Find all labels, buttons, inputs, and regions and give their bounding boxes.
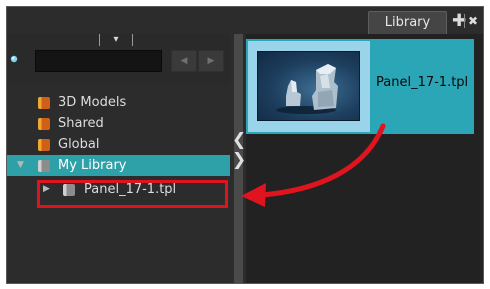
library-tree-pane: ▾ ◀ ▶ 3D Models Shared Global ▼ My Libra… bbox=[7, 34, 230, 283]
tree-item-3d-models[interactable]: 3D Models bbox=[7, 92, 230, 113]
library-window: Library ✚ ✖ ▾ ◀ ▶ 3D Models Shared Globa… bbox=[6, 6, 484, 284]
tree-item-my-library[interactable]: ▼ My Library bbox=[7, 155, 230, 176]
tree-item-label: My Library bbox=[58, 158, 127, 173]
tab-library[interactable]: Library bbox=[368, 11, 447, 34]
library-content-pane: Panel_17-1.tpl bbox=[246, 34, 483, 283]
tree-item-label: Shared bbox=[58, 116, 104, 131]
chevron-left-icon[interactable]: ❮ bbox=[232, 132, 246, 149]
search-icon bbox=[10, 55, 18, 63]
chevron-right-icon[interactable]: ❯ bbox=[232, 152, 246, 169]
item-name: Panel_17-1.tpl bbox=[376, 75, 469, 90]
forward-button[interactable]: ▶ bbox=[198, 50, 224, 72]
close-icon[interactable]: ✖ bbox=[468, 11, 478, 31]
tree-item-label: 3D Models bbox=[58, 95, 127, 110]
folder-orange-icon bbox=[38, 97, 50, 109]
folder-gray-icon bbox=[38, 160, 50, 172]
view-toggle-button[interactable]: ▾ bbox=[99, 34, 133, 46]
folder-orange-icon bbox=[38, 139, 50, 151]
folder-orange-icon bbox=[38, 118, 50, 130]
pane-splitter[interactable]: ❮ ❯ bbox=[230, 34, 246, 283]
back-button[interactable]: ◀ bbox=[171, 50, 197, 72]
tree-item-global[interactable]: Global bbox=[7, 134, 230, 155]
thumbnail-figures-icon bbox=[276, 64, 338, 114]
divider bbox=[464, 14, 465, 28]
tree-item-label: Global bbox=[58, 137, 100, 152]
highlight-box bbox=[37, 180, 228, 208]
tab-bar: Library ✚ ✖ bbox=[7, 7, 483, 34]
search-input[interactable] bbox=[35, 50, 162, 72]
thumbnail-frame bbox=[248, 41, 370, 132]
expand-arrow-icon[interactable]: ▼ bbox=[17, 155, 24, 176]
tree-item-shared[interactable]: Shared bbox=[7, 113, 230, 134]
template-thumbnail bbox=[257, 51, 360, 121]
library-item[interactable]: Panel_17-1.tpl bbox=[246, 39, 474, 134]
